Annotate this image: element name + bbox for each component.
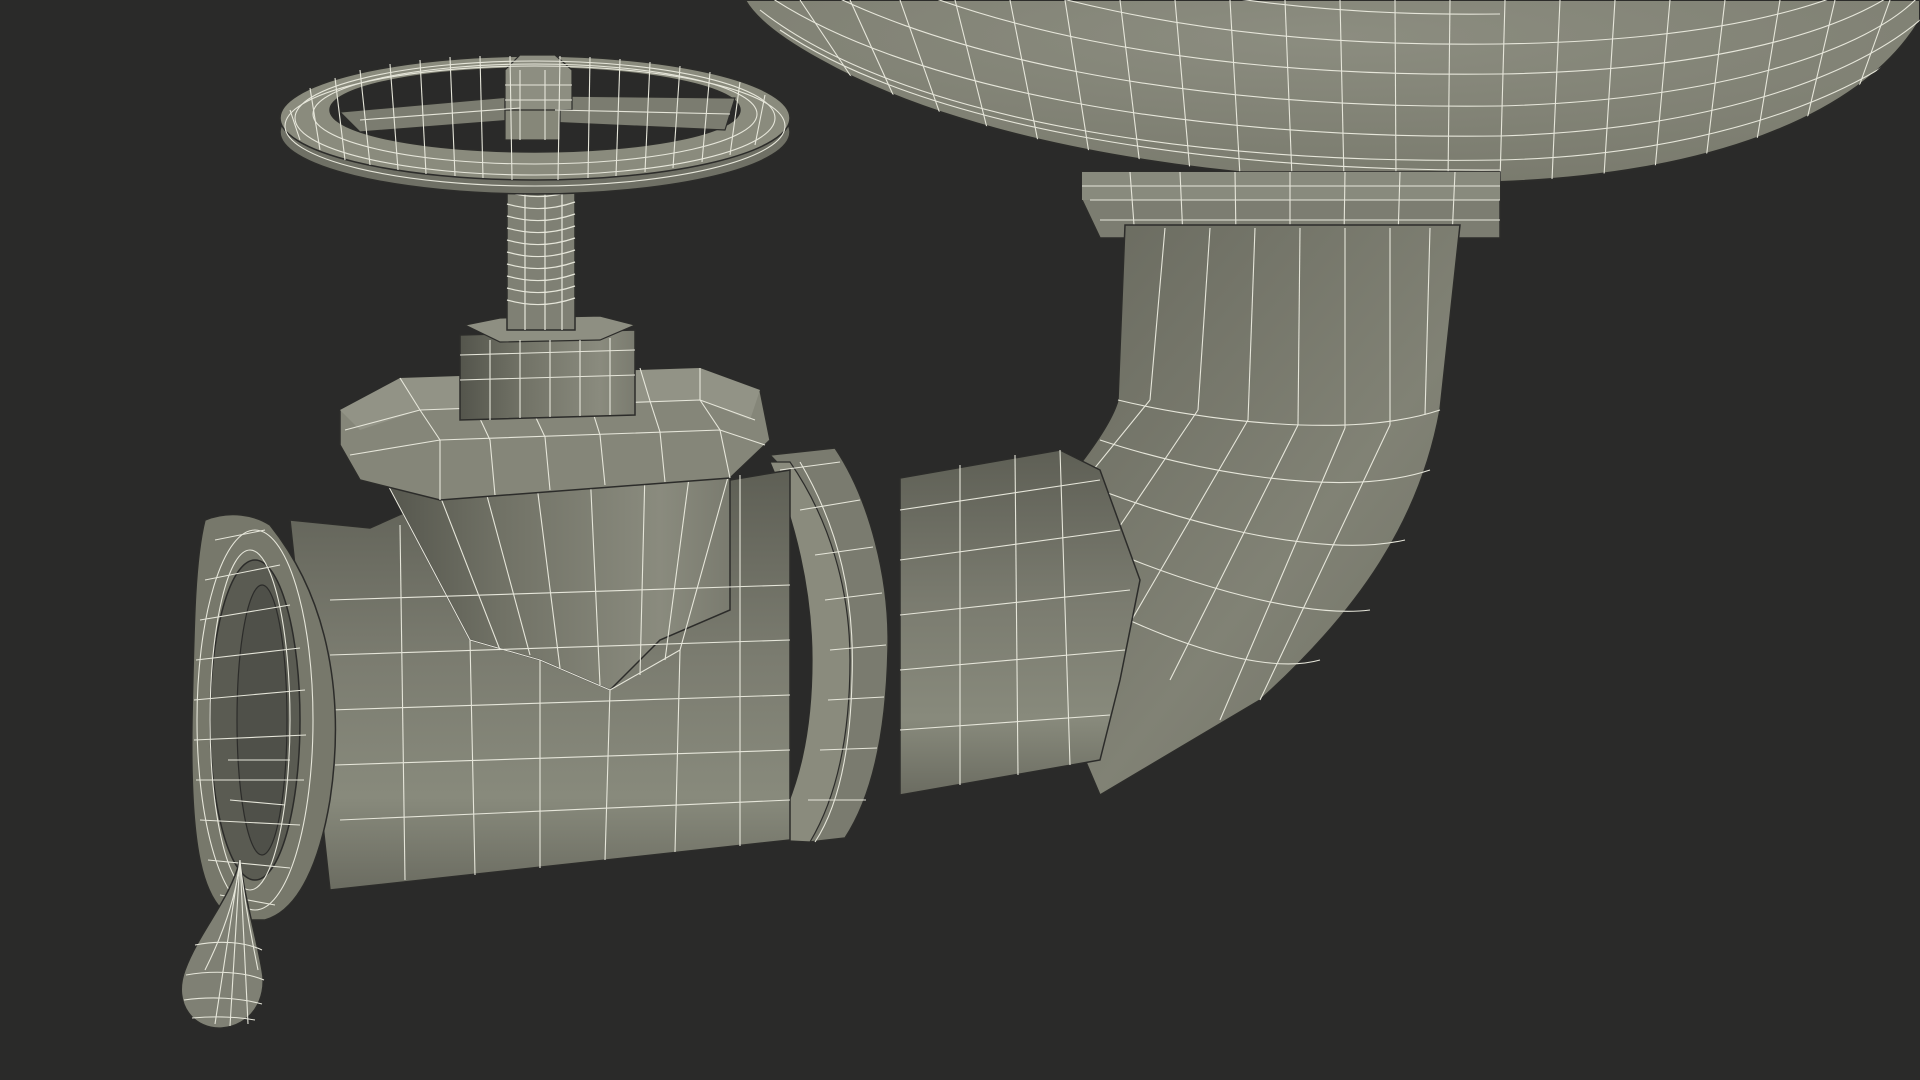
valve-body	[289, 464, 791, 891]
main-pipe-right	[899, 449, 1141, 796]
wireframe-render	[180, 0, 1920, 1029]
viewport	[0, 0, 1920, 1080]
handwheel	[279, 54, 791, 195]
gland-nut	[459, 315, 637, 421]
tank-body	[743, 0, 1920, 184]
